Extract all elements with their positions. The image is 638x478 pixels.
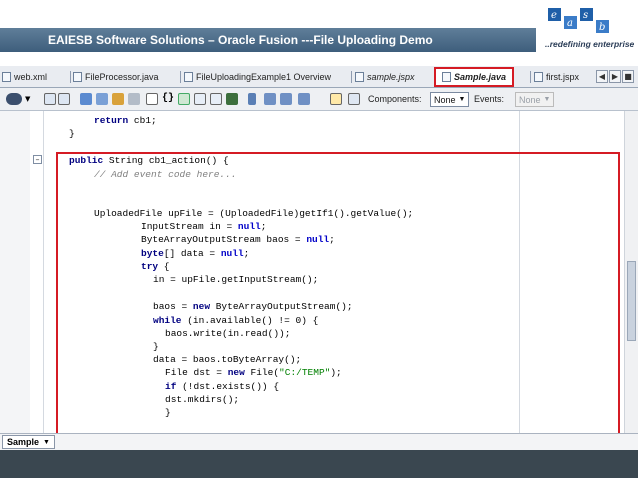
events-label: Events: bbox=[474, 94, 505, 104]
java-file-icon bbox=[442, 72, 451, 82]
code-editor[interactable]: – return cb1; } public String cb1_action… bbox=[0, 111, 638, 435]
tab-label: Sample.java bbox=[454, 72, 507, 82]
logo-letter: s bbox=[583, 10, 588, 21]
chevron-down-icon[interactable]: ▼ bbox=[25, 93, 31, 105]
tab-separator bbox=[70, 71, 71, 83]
tab-scroll-left-button[interactable]: ◀ bbox=[596, 70, 608, 83]
properties-icon[interactable] bbox=[348, 93, 360, 105]
line-gutter bbox=[0, 111, 30, 433]
vertical-scrollbar[interactable] bbox=[624, 111, 638, 433]
jspx-file-icon bbox=[534, 72, 543, 82]
tab-label: sample.jspx bbox=[367, 72, 415, 82]
bookmark-prev-icon[interactable] bbox=[298, 93, 310, 105]
tab-fileprocessor-java[interactable]: FileProcessor.java bbox=[73, 68, 159, 86]
editor-toolbar: ▼ {} Components: None ▼ Events: None ▼ bbox=[0, 88, 638, 111]
logo-letter: e bbox=[551, 10, 557, 21]
chevron-down-icon: ▼ bbox=[43, 438, 50, 446]
xml-file-icon bbox=[2, 72, 11, 82]
bookmark-icon[interactable] bbox=[248, 93, 256, 105]
components-select[interactable]: None ▼ bbox=[430, 92, 470, 107]
edit-icon[interactable] bbox=[96, 93, 108, 105]
components-value: None bbox=[434, 94, 456, 105]
tab-scroll-right-button[interactable]: ▶ bbox=[609, 70, 621, 83]
tab-label: FileUploadingExample1 Overview bbox=[196, 72, 332, 82]
tab-list-button[interactable]: ■ bbox=[622, 70, 634, 83]
editor-tabbar: web.xml FileProcessor.java FileUploading… bbox=[0, 66, 638, 88]
pencil-icon[interactable] bbox=[112, 93, 124, 105]
class-selector-label: Sample bbox=[7, 437, 40, 447]
tab-sample-jspx[interactable]: sample.jspx bbox=[355, 68, 415, 86]
header-banner: EAIESB Software Solutions – Oracle Fusio… bbox=[0, 0, 638, 62]
logo-letter: a bbox=[567, 18, 573, 29]
gutter-divider bbox=[43, 111, 44, 433]
tab-label: first.jspx bbox=[546, 72, 580, 82]
reformat-icon[interactable] bbox=[80, 93, 92, 105]
tab-web-xml[interactable]: web.xml bbox=[2, 68, 47, 86]
tab-first-jspx[interactable]: first.jspx bbox=[534, 68, 579, 86]
code-line: return cb1; bbox=[94, 115, 157, 126]
java-file-icon bbox=[73, 72, 82, 82]
run-icon[interactable] bbox=[226, 93, 238, 105]
editor-bottom-bar: Sample ▼ bbox=[0, 433, 638, 450]
navigate-back-icon[interactable] bbox=[44, 93, 56, 105]
events-value: None bbox=[519, 94, 541, 105]
binoculars-icon[interactable] bbox=[6, 93, 22, 105]
tab-separator bbox=[351, 71, 352, 83]
slide-footer bbox=[0, 450, 638, 478]
tab-separator bbox=[180, 71, 181, 83]
tab-label: web.xml bbox=[14, 72, 48, 82]
jspx-file-icon bbox=[355, 72, 364, 82]
code-line: } bbox=[69, 128, 75, 139]
scrollbar-thumb[interactable] bbox=[627, 261, 636, 341]
braces-icon[interactable]: {} bbox=[162, 93, 174, 105]
tab-sample-java[interactable]: Sample.java bbox=[434, 67, 515, 87]
tool-icon[interactable] bbox=[128, 93, 140, 105]
fold-collapse-icon[interactable]: – bbox=[33, 155, 42, 164]
events-select[interactable]: None ▼ bbox=[515, 92, 555, 107]
refresh-icon[interactable] bbox=[178, 93, 190, 105]
compare-icon[interactable] bbox=[210, 93, 222, 105]
bookmark-next-icon[interactable] bbox=[280, 93, 292, 105]
chevron-down-icon: ▼ bbox=[543, 96, 551, 103]
components-label: Components: bbox=[368, 94, 422, 104]
tab-separator bbox=[530, 71, 531, 83]
easb-logo: e a s b bbox=[540, 2, 636, 60]
bookmark-add-icon[interactable] bbox=[264, 93, 276, 105]
logo-tagline: ..redefining enterprise bbox=[545, 39, 635, 49]
split-icon[interactable] bbox=[194, 93, 206, 105]
tab-label: FileProcessor.java bbox=[85, 72, 159, 82]
tab-fileuploading-overview[interactable]: FileUploadingExample1 Overview bbox=[184, 68, 331, 86]
logo-letter: b bbox=[599, 22, 605, 33]
highlight-annotation-box bbox=[56, 152, 620, 435]
chevron-down-icon: ▼ bbox=[458, 96, 466, 103]
window-icon[interactable] bbox=[146, 93, 158, 105]
class-selector-tab[interactable]: Sample ▼ bbox=[2, 435, 55, 449]
presentation-title: EAIESB Software Solutions – Oracle Fusio… bbox=[48, 33, 433, 47]
document-icon[interactable] bbox=[330, 93, 342, 105]
navigate-up-icon[interactable] bbox=[58, 93, 70, 105]
overview-icon bbox=[184, 72, 193, 82]
